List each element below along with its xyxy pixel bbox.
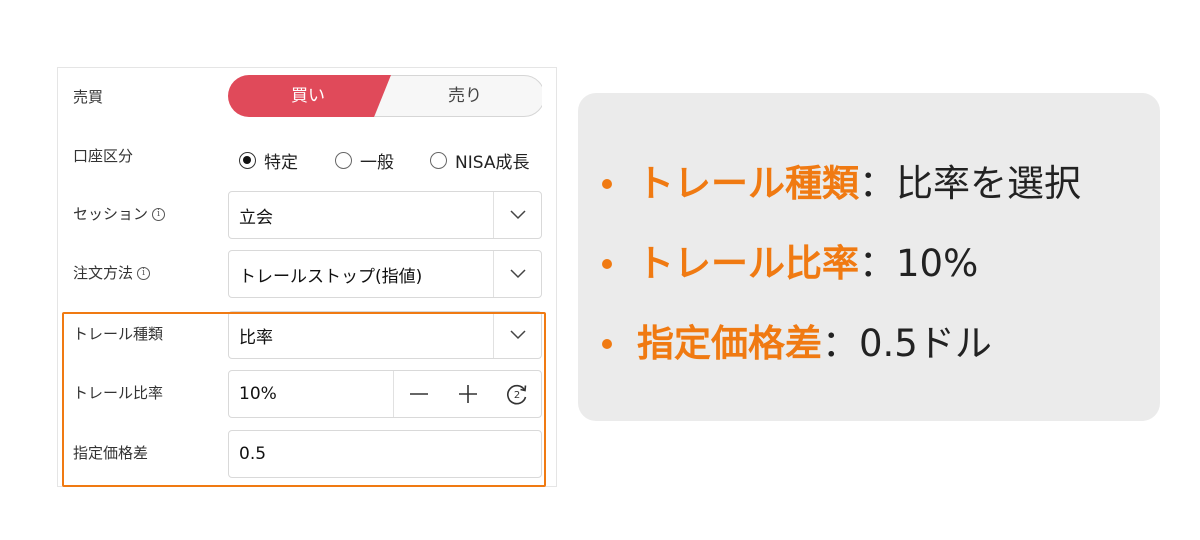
trail-ratio-value[interactable]: 10% bbox=[229, 384, 393, 404]
info-icon[interactable]: i bbox=[152, 207, 166, 221]
order-method-value: トレールストップ(指値) bbox=[239, 266, 423, 287]
account-label: 口座区分 bbox=[73, 147, 134, 165]
trail-type-label: トレール種類 bbox=[73, 325, 164, 343]
account-radio-tokutei[interactable]: 特定 bbox=[239, 148, 298, 173]
order-method-label: 注文方法 i bbox=[73, 264, 151, 282]
chevron-down-icon[interactable] bbox=[493, 312, 541, 358]
card-item-value: 0.5ドル bbox=[859, 322, 992, 365]
buy-sell-toggle[interactable]: 買い 売り bbox=[228, 75, 542, 117]
price-diff-label: 指定価格差 bbox=[73, 444, 149, 462]
trail-type-select[interactable]: 比率 bbox=[228, 311, 542, 359]
sell-button[interactable]: 売り bbox=[388, 75, 542, 117]
account-radio-ippan[interactable]: 一般 bbox=[335, 148, 394, 173]
trade-label: 売買 bbox=[73, 88, 104, 106]
card-item-colon: ： bbox=[859, 242, 896, 285]
trail-ratio-stepper[interactable]: 10% 2 bbox=[228, 370, 542, 418]
order-method-select[interactable]: トレールストップ(指値) bbox=[228, 250, 542, 298]
card-item-key: 指定価格差 bbox=[637, 322, 822, 365]
bullet-icon bbox=[602, 339, 612, 349]
minus-icon bbox=[409, 393, 428, 395]
card-item-trail-type: トレール種類 ： 比率を選択 bbox=[602, 162, 1081, 206]
info-icon[interactable]: i bbox=[137, 266, 151, 280]
card-item-price-diff: 指定価格差 ： 0.5ドル bbox=[602, 322, 992, 366]
card-item-colon: ： bbox=[822, 322, 859, 365]
session-select[interactable]: 立会 bbox=[228, 191, 542, 239]
bullet-icon bbox=[602, 179, 612, 189]
price-diff-value[interactable]: 0.5 bbox=[229, 444, 541, 464]
session-label: セッション i bbox=[73, 205, 166, 223]
trail-type-value: 比率 bbox=[239, 327, 273, 348]
card-item-value: 10% bbox=[896, 242, 979, 285]
price-diff-input[interactable]: 0.5 bbox=[228, 430, 542, 478]
card-item-key: トレール種類 bbox=[637, 162, 859, 205]
radio-unchecked-icon[interactable] bbox=[430, 152, 447, 169]
info-card: トレール種類 ： 比率を選択 トレール比率 ： 10% 指定価格差 ： 0.5ド… bbox=[578, 93, 1160, 421]
radio-checked-icon[interactable] bbox=[239, 152, 256, 169]
chevron-down-icon[interactable] bbox=[493, 251, 541, 297]
trail-ratio-label: トレール比率 bbox=[73, 384, 164, 402]
session-value: 立会 bbox=[239, 207, 273, 228]
refresh-2-icon: 2 bbox=[506, 384, 526, 405]
plus-button[interactable] bbox=[443, 371, 492, 417]
chevron-down-icon[interactable] bbox=[493, 192, 541, 238]
quantity-reset-button[interactable]: 2 bbox=[492, 371, 541, 417]
card-item-trail-ratio: トレール比率 ： 10% bbox=[602, 242, 978, 286]
svg-text:2: 2 bbox=[513, 390, 519, 401]
card-item-value: 比率を選択 bbox=[896, 162, 1081, 205]
bullet-icon bbox=[602, 259, 612, 269]
account-radio-nisa[interactable]: NISA成長 bbox=[430, 148, 529, 173]
card-item-colon: ： bbox=[859, 162, 896, 205]
card-item-key: トレール比率 bbox=[637, 242, 859, 285]
minus-button[interactable] bbox=[394, 371, 443, 417]
radio-unchecked-icon[interactable] bbox=[335, 152, 352, 169]
stepper-buttons: 2 bbox=[393, 371, 541, 417]
buy-button[interactable]: 買い bbox=[228, 75, 388, 117]
order-form-panel: 売買 買い 売り 口座区分 特定 一般 NISA成長 セッション i 立会 注文… bbox=[57, 67, 557, 487]
plus-icon bbox=[458, 385, 477, 403]
